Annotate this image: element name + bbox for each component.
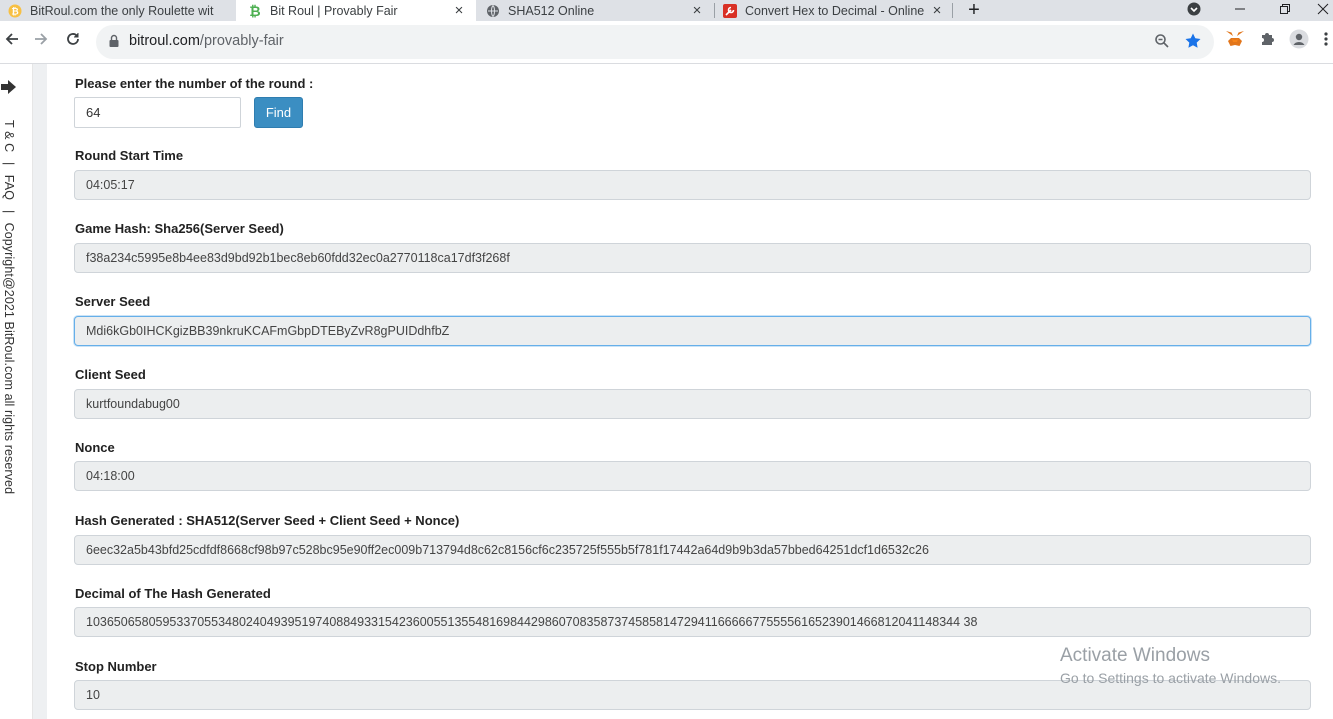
server-seed-field[interactable]: Mdi6kGb0IHCKgizBB39nkruKCAFmGbpDTEByZvR8… [74,316,1311,346]
copyright-text: Copyright@2021 BitRoul.com all rights re… [2,222,16,495]
close-window-button[interactable] [1313,0,1333,21]
url-path: /provably-fair [199,33,284,49]
tab-title: Convert Hex to Decimal - Online [745,3,925,18]
tab-title: SHA512 Online [508,3,595,18]
left-sidebar: T & C | FAQ | Copyright@2021 BitRoul.com… [0,64,33,719]
find-button[interactable]: Find [254,97,303,128]
minimize-icon [1234,3,1246,18]
tab-search-button[interactable] [1179,0,1209,21]
tab-title: BitRoul.com the only Roulette wit [30,3,214,18]
forward-button[interactable] [29,29,53,53]
minimize-button[interactable] [1225,0,1255,21]
url-domain: bitroul.com [129,33,200,49]
fox-icon [1225,30,1245,53]
browser-toolbar: bitroul.com/provably-fair [0,21,1333,64]
tab-divider [952,3,953,18]
kebab-menu-icon [1323,31,1328,52]
content-gutter [33,64,47,719]
stop-number-label: Stop Number [75,659,157,674]
client-seed-field[interactable]: kurtfoundabug00 [74,389,1311,419]
restore-icon [1279,3,1291,18]
round-number-input[interactable] [74,97,241,128]
puzzle-icon [1259,31,1275,52]
separator: | [2,209,16,213]
close-icon[interactable]: × [690,2,704,19]
tab-strip: ₿ BitRoul.com the only Roulette wit ₿ Bi… [0,0,1333,21]
tab-sha512[interactable]: SHA512 Online × [476,0,714,21]
svg-text:₿: ₿ [249,4,260,18]
terms-link[interactable]: T & C [2,120,16,152]
round-prompt-label: Please enter the number of the round : [75,76,314,91]
extensions-button[interactable] [1255,29,1279,53]
zoom-icon[interactable] [1154,33,1170,54]
address-bar[interactable]: bitroul.com/provably-fair [96,25,1214,59]
reload-icon [65,31,81,52]
sidebar-vertical-links: T & C | FAQ | Copyright@2021 BitRoul.com… [2,120,16,494]
svg-text:₿: ₿ [11,6,18,17]
round-start-time-label: Round Start Time [75,148,184,163]
game-hash-field[interactable]: f38a234c5995e8b4ee83d9bd92b1bec8eb60fdd3… [74,243,1311,273]
close-icon[interactable]: × [452,2,466,19]
profile-button[interactable] [1287,29,1311,53]
avatar-icon [1289,29,1309,54]
activate-windows-subtitle: Go to Settings to activate Windows. [1060,670,1281,686]
tab-bitroul-home[interactable]: ₿ BitRoul.com the only Roulette wit [0,0,232,21]
back-button[interactable] [0,29,24,53]
hash-generated-field[interactable]: 6eec32a5b43bfd25cdfdf8668cf98b97c528bc95… [74,535,1311,565]
metamask-extension[interactable] [1223,29,1247,53]
arrow-left-icon [4,31,20,52]
tab-provably-fair[interactable]: ₿ Bit Roul | Provably Fair × [236,0,476,21]
menu-button[interactable] [1318,29,1333,53]
separator: | [2,161,16,166]
reload-button[interactable] [61,29,85,53]
url-text: bitroul.com/provably-fair [129,33,284,49]
decimal-hash-label: Decimal of The Hash Generated [75,586,271,601]
chevron-down-icon [1187,2,1201,19]
tab-hex-to-decimal[interactable]: Convert Hex to Decimal - Online × [715,0,952,21]
maximize-button[interactable] [1270,0,1300,21]
close-icon[interactable]: × [930,2,944,19]
nonce-field[interactable]: 04:18:00 [74,461,1311,491]
client-seed-label: Client Seed [75,367,146,382]
lock-icon [108,34,120,53]
arrow-right-icon [33,31,49,52]
decimal-hash-field[interactable]: 1036506580595337055348024049395197408849… [74,607,1311,637]
hash-generated-label: Hash Generated : SHA512(Server Seed + Cl… [75,513,460,528]
activate-windows-title: Activate Windows [1060,645,1210,666]
bitcoin-b-icon: ₿ [248,4,262,18]
close-icon [1317,3,1329,18]
game-hash-label: Game Hash: Sha256(Server Seed) [75,221,284,236]
sign-in-arrow-icon[interactable] [0,78,18,101]
new-tab-button[interactable]: + [959,0,989,21]
tab-title: Bit Roul | Provably Fair [270,3,398,18]
faq-link[interactable]: FAQ [2,175,16,200]
round-start-time-field[interactable]: 04:05:17 [74,170,1311,200]
server-seed-label: Server Seed [75,294,151,309]
bitcoin-coin-icon: ₿ [8,4,22,18]
bookmark-star-icon[interactable] [1184,32,1202,55]
globe-icon [486,4,500,18]
nonce-label: Nonce [75,440,115,455]
wrench-icon [723,3,737,18]
